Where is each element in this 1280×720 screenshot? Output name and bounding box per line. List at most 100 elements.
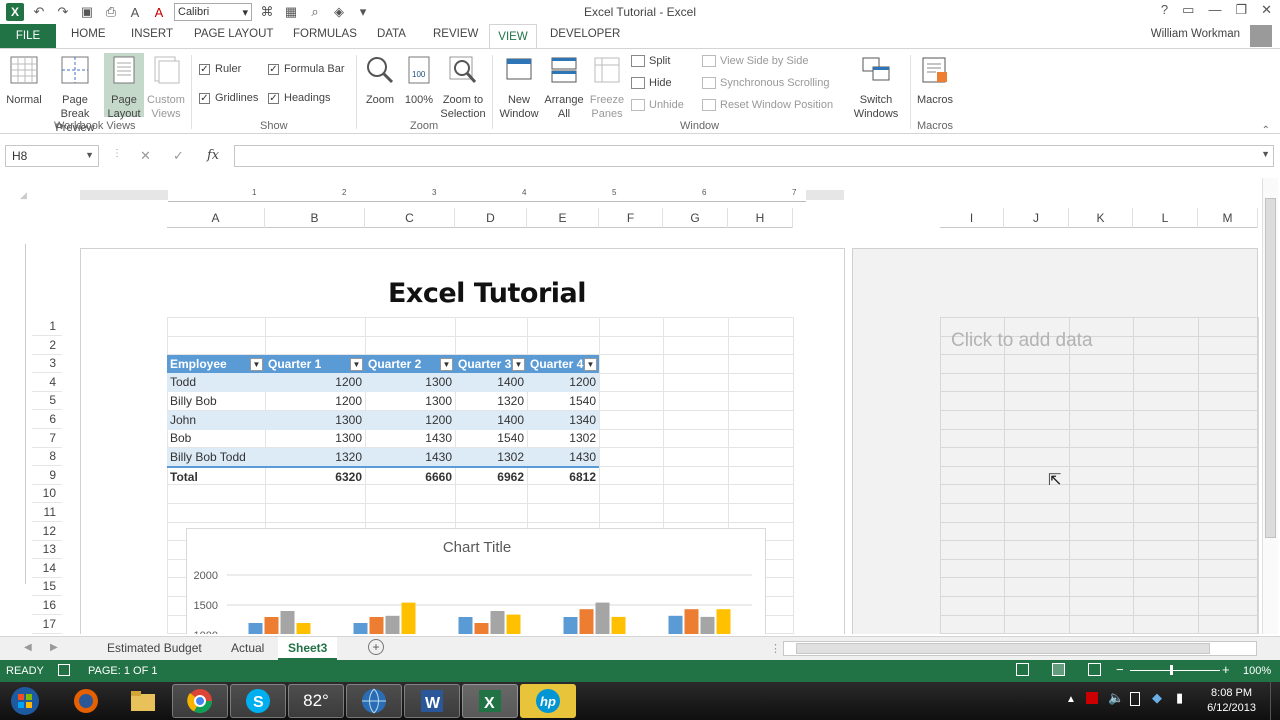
column-header[interactable]: I: [940, 208, 1004, 228]
expand-formula-icon[interactable]: ▼: [1261, 149, 1270, 159]
table-cell[interactable]: 1430: [365, 447, 455, 467]
filter-dropdown-icon[interactable]: ▼: [440, 357, 453, 371]
scrollbar-thumb[interactable]: [1265, 198, 1276, 538]
filter-dropdown-icon[interactable]: ▼: [584, 357, 597, 371]
chart-bar[interactable]: [264, 617, 279, 634]
table-cell[interactable]: 1200: [265, 373, 365, 393]
chart-bar[interactable]: [458, 617, 473, 634]
weather-taskbar-item[interactable]: 82°: [288, 684, 344, 718]
normal-view-status-icon[interactable]: [1016, 663, 1029, 676]
arrange-all-button[interactable]: Arrange All: [542, 55, 586, 121]
start-button[interactable]: [4, 684, 46, 718]
table-cell[interactable]: 1340: [527, 410, 599, 430]
enter-icon[interactable]: ✓: [173, 148, 184, 164]
table-cell[interactable]: 1400: [455, 410, 527, 430]
row-header[interactable]: 3: [32, 354, 62, 374]
table-cell[interactable]: 1200: [365, 410, 455, 430]
chart-bar[interactable]: [296, 623, 311, 634]
row-header[interactable]: 17: [32, 615, 62, 634]
table-cell[interactable]: 1540: [455, 429, 527, 448]
row-header[interactable]: 14: [32, 559, 62, 578]
table-total-cell[interactable]: 6660: [365, 466, 455, 485]
user-name[interactable]: William Workman: [1151, 28, 1240, 40]
tab-file[interactable]: FILE: [0, 24, 56, 48]
hp-taskbar-icon[interactable]: hp: [520, 684, 576, 718]
column-header[interactable]: F: [599, 208, 663, 228]
tab-insert[interactable]: INSERT: [131, 28, 173, 40]
table-cell[interactable]: 1320: [265, 447, 365, 467]
zoom-in-icon[interactable]: +: [1222, 662, 1230, 677]
taskbar-clock[interactable]: 8:08 PM 6/12/2013: [1207, 686, 1256, 716]
restore-icon[interactable]: ❐: [1235, 2, 1247, 18]
column-header[interactable]: B: [265, 208, 365, 228]
table-cell[interactable]: Bob: [167, 429, 265, 448]
column-header[interactable]: H: [728, 208, 793, 228]
show-hidden-icons[interactable]: ▲: [1066, 694, 1076, 705]
filter-dropdown-icon[interactable]: ▼: [250, 357, 263, 371]
table-cell[interactable]: 1300: [365, 373, 455, 393]
chart-bar[interactable]: [579, 609, 594, 634]
tab-page-layout[interactable]: PAGE LAYOUT: [194, 28, 273, 40]
help-icon[interactable]: ?: [1161, 2, 1168, 18]
column-header[interactable]: A: [167, 208, 265, 228]
chart-bar[interactable]: [401, 602, 416, 634]
page-break-status-icon[interactable]: [1088, 663, 1101, 676]
select-all-corner[interactable]: ◢: [20, 190, 27, 201]
chart-bar[interactable]: [700, 616, 715, 634]
macros-button[interactable]: Macros: [914, 55, 956, 107]
table-header-cell[interactable]: Quarter 4 ▼: [527, 354, 599, 374]
table-cell[interactable]: 1200: [265, 392, 365, 411]
row-header[interactable]: 16: [32, 596, 62, 615]
row-header[interactable]: 13: [32, 540, 62, 560]
show-desktop-button[interactable]: [1270, 682, 1280, 720]
status-zoom[interactable]: 100%: [1243, 665, 1271, 677]
firefox-taskbar-icon[interactable]: [58, 684, 114, 718]
table-total-cell[interactable]: Total: [167, 466, 265, 485]
chart-bar[interactable]: [490, 611, 505, 634]
freeze-panes-button[interactable]: Freeze Panes: [587, 55, 627, 121]
word-taskbar-icon[interactable]: W: [404, 684, 460, 718]
sheet-tab-actual[interactable]: Actual: [221, 637, 274, 660]
switch-windows-button[interactable]: Switch Windows: [846, 55, 906, 121]
macro-record-icon[interactable]: [58, 664, 70, 676]
normal-view-button[interactable]: Normal: [4, 55, 44, 107]
column-header[interactable]: E: [527, 208, 599, 228]
table-cell[interactable]: Todd: [167, 373, 265, 393]
vertical-scrollbar[interactable]: [1262, 178, 1278, 634]
row-header[interactable]: 4: [32, 373, 62, 392]
page-layout-view-button[interactable]: Page Layout: [104, 53, 144, 120]
zoom-100-button[interactable]: 100 100%: [402, 55, 436, 107]
table-total-cell[interactable]: 6812: [527, 466, 599, 485]
table-cell[interactable]: Billy Bob: [167, 392, 265, 411]
table-cell[interactable]: 1302: [527, 429, 599, 448]
horizontal-scrollbar[interactable]: [783, 641, 1257, 656]
column-header[interactable]: L: [1133, 208, 1198, 228]
filter-dropdown-icon[interactable]: ▼: [512, 357, 525, 371]
gridlines-checkbox[interactable]: ✓ Gridlines: [199, 92, 258, 104]
more-sheets-icon[interactable]: ⋮: [770, 642, 781, 655]
table-cell[interactable]: 1300: [265, 410, 365, 430]
tab-review[interactable]: REVIEW: [433, 28, 478, 40]
row-header[interactable]: 5: [32, 391, 62, 411]
row-header[interactable]: 15: [32, 577, 62, 597]
dropbox-icon[interactable]: ◆: [1152, 690, 1162, 706]
split-button[interactable]: Split: [631, 55, 670, 67]
new-window-button[interactable]: New Window: [497, 55, 541, 121]
row-header[interactable]: 8: [32, 447, 62, 467]
scrollbar-thumb[interactable]: [796, 643, 1210, 654]
table-cell[interactable]: John: [167, 410, 265, 430]
minimize-icon[interactable]: —: [1208, 2, 1221, 18]
row-header[interactable]: 10: [32, 484, 62, 504]
chart[interactable]: Chart Title 200015001000: [186, 528, 766, 634]
table-header-cell[interactable]: Quarter 1 ▼: [265, 354, 365, 374]
tab-home[interactable]: HOME: [71, 28, 106, 40]
table-cell[interactable]: 1200: [527, 373, 599, 393]
column-header[interactable]: C: [365, 208, 455, 228]
table-cell[interactable]: 1300: [365, 392, 455, 411]
name-box[interactable]: H8 ▼: [5, 145, 99, 167]
table-cell[interactable]: 1320: [455, 392, 527, 411]
skype-taskbar-icon[interactable]: S: [230, 684, 286, 718]
insert-function-button[interactable]: fx: [207, 148, 219, 163]
table-header-cell[interactable]: Employee ▼: [167, 354, 265, 374]
row-header[interactable]: 11: [32, 503, 62, 522]
